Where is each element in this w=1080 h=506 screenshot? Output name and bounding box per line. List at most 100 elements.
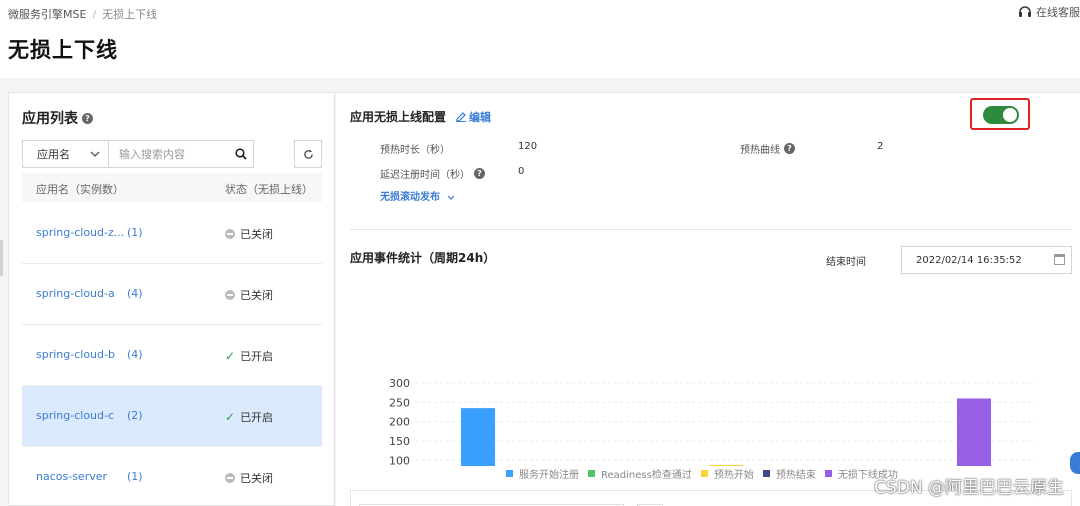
status-text: 已关闭 <box>240 472 273 485</box>
y-tick-label: 250 <box>389 396 410 409</box>
status-badge: ✓ 已开启 <box>225 348 273 364</box>
stats-title: 应用事件统计（周期24h） <box>350 251 496 265</box>
legend-label: 预热结束 <box>775 470 816 481</box>
table-row[interactable]: nacos-server (1) 已关闭 <box>22 447 322 506</box>
headset-icon <box>1019 6 1031 17</box>
warmup-duration-value: 120 <box>518 141 538 152</box>
refresh-button[interactable] <box>294 140 322 168</box>
help-icon[interactable]: ? <box>474 168 485 179</box>
instance-count[interactable]: (4) <box>127 348 143 361</box>
instance-count[interactable]: (4) <box>127 287 143 300</box>
status-badge: 已关闭 <box>225 287 273 303</box>
calendar-icon <box>1054 254 1065 265</box>
disabled-icon <box>225 473 235 483</box>
instance-count[interactable]: (1) <box>127 226 143 239</box>
check-icon: ✓ <box>225 349 236 363</box>
disabled-icon <box>225 229 235 239</box>
chevron-down-icon <box>448 195 455 200</box>
warmup-curve-value: 2 <box>877 141 884 152</box>
legend-item[interactable]: 预热结束 <box>762 466 816 481</box>
legend-item[interactable]: 预热开始 <box>700 466 754 481</box>
breadcrumb-separator: / <box>92 8 97 21</box>
status-badge: 已关闭 <box>225 470 273 486</box>
refresh-icon <box>303 149 313 159</box>
page-title: 无损上下线 <box>8 38 118 62</box>
legend-item[interactable]: 服务开始注册 <box>506 466 579 481</box>
legend-swatch <box>824 470 832 477</box>
app-name-link[interactable]: spring-cloud-z... <box>36 226 124 239</box>
app-name-link[interactable]: spring-cloud-c <box>36 409 114 422</box>
status-badge: 已关闭 <box>225 226 273 242</box>
online-help-link[interactable]: 在线客服 <box>1018 4 1080 20</box>
column-header-status: 状态（无损上线） <box>225 183 313 196</box>
y-tick-label: 200 <box>389 416 410 429</box>
edit-link[interactable]: 编辑 <box>456 109 491 125</box>
lossless-online-toggle[interactable] <box>983 106 1019 124</box>
search-icon <box>235 148 247 160</box>
delay-register-value: 0 <box>518 166 525 177</box>
toggle-highlight-box <box>970 98 1030 130</box>
table-row[interactable]: spring-cloud-z... (1) 已关闭 <box>22 203 322 264</box>
end-time-value: 2022/02/14 16:35:52 <box>916 255 1022 266</box>
instance-count[interactable]: (1) <box>127 470 143 483</box>
legend-swatch <box>700 470 708 477</box>
top-bar: 微服务引擎MSE / 无损上下线 在线客服 无损上下线 <box>0 0 1080 78</box>
event-bar-chart: 050100150200250300服务开始注册Readiness检查通过预热开… <box>389 377 1036 466</box>
warmup-curve-label: 预热曲线? <box>740 141 795 156</box>
breadcrumb-current: 无损上下线 <box>102 8 158 21</box>
floating-assistant-button[interactable] <box>1070 452 1080 474</box>
disabled-icon <box>225 290 235 300</box>
instance-count[interactable]: (2) <box>127 409 143 422</box>
breadcrumb: 微服务引擎MSE / 无损上下线 <box>8 6 157 22</box>
rolling-release-label: 无损滚动发布 <box>380 192 440 203</box>
side-collapse-handle[interactable] <box>0 240 3 276</box>
app-list-title: 应用列表 ? <box>22 108 93 128</box>
app-name-link[interactable]: spring-cloud-a <box>36 287 115 300</box>
help-icon[interactable]: ? <box>784 143 795 154</box>
legend-label: 预热开始 <box>713 470 754 481</box>
end-time-label: 结束时间 <box>826 257 866 268</box>
search-input[interactable] <box>109 141 229 167</box>
legend-swatch <box>762 470 770 477</box>
bar[interactable] <box>957 398 991 466</box>
legend-swatch <box>506 470 513 477</box>
legend-label: 服务开始注册 <box>519 470 579 481</box>
pencil-icon <box>456 111 467 122</box>
app-list-panel: 应用列表 ? 应用名 应用名（实例数） 状态（无损上线） spring-clou… <box>8 92 335 506</box>
search-field-select-label: 应用名 <box>37 148 70 161</box>
status-text: 已开启 <box>240 411 274 424</box>
y-tick-label: 300 <box>389 377 410 390</box>
search-button[interactable] <box>229 141 253 167</box>
table-row[interactable]: spring-cloud-c (2) ✓ 已开启 <box>22 386 322 447</box>
y-tick-label: 100 <box>389 454 410 466</box>
status-text: 已关闭 <box>240 289 273 302</box>
search-field-select[interactable]: 应用名 <box>23 141 109 167</box>
app-list-title-text: 应用列表 <box>22 111 78 127</box>
app-name-link[interactable]: spring-cloud-b <box>36 348 115 361</box>
chart-legend: 服务开始注册 Readiness检查通过 预热开始 预热结束 无损下线成功 <box>506 466 898 481</box>
status-text: 已关闭 <box>240 228 273 241</box>
end-time-picker[interactable]: 2022/02/14 16:35:52 <box>901 246 1072 274</box>
status-badge: ✓ 已开启 <box>225 409 273 425</box>
column-header-name: 应用名（实例数） <box>36 183 124 196</box>
warmup-duration-label: 预热时长（秒） <box>380 145 450 156</box>
section-divider <box>350 229 1072 230</box>
rolling-release-toggle[interactable]: 无损滚动发布 <box>380 188 455 203</box>
search-bar: 应用名 <box>22 140 254 168</box>
legend-item[interactable]: Readiness检查通过 <box>588 466 692 481</box>
config-title-text: 应用无损上线配置 <box>350 110 447 124</box>
legend-label: Readiness检查通过 <box>601 470 692 481</box>
breadcrumb-root[interactable]: 微服务引擎MSE <box>8 8 86 21</box>
watermark: CSDN @阿里巴巴云原生 <box>874 478 1064 498</box>
app-name-link[interactable]: nacos-server <box>36 470 107 483</box>
chevron-down-icon <box>90 151 100 157</box>
help-icon[interactable]: ? <box>82 112 93 124</box>
edit-label: 编辑 <box>469 110 492 124</box>
table-row[interactable]: spring-cloud-a (4) 已关闭 <box>22 264 322 325</box>
app-table-header: 应用名（实例数） 状态（无损上线） <box>22 173 322 202</box>
legend-swatch <box>588 470 595 477</box>
table-row[interactable]: spring-cloud-b (4) ✓ 已开启 <box>22 325 322 386</box>
status-text: 已开启 <box>240 350 274 363</box>
check-icon: ✓ <box>225 410 236 424</box>
bar[interactable] <box>461 408 495 466</box>
